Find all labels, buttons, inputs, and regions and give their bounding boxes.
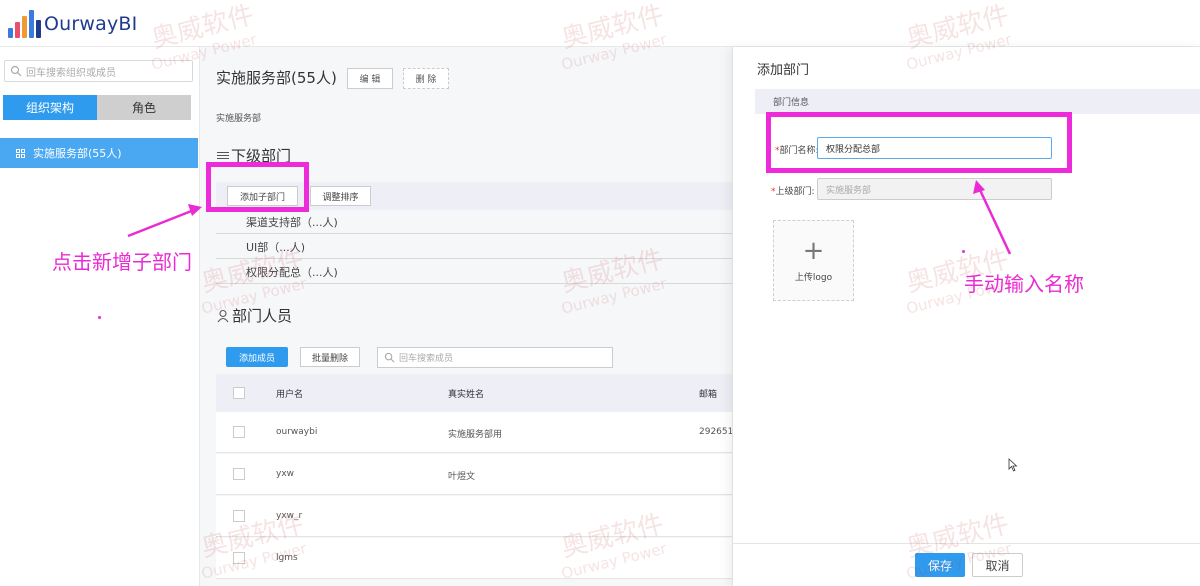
- edit-button[interactable]: 编 辑: [347, 68, 393, 89]
- row-checkbox[interactable]: [233, 468, 245, 480]
- members-heading: 部门人员: [217, 305, 292, 326]
- table-row[interactable]: yxw_r: [216, 496, 732, 537]
- sub-dept-item[interactable]: 权限分配总（...人): [216, 260, 732, 284]
- row-checkbox[interactable]: [233, 426, 245, 438]
- table-row[interactable]: ourwaybi 实施服务部用 292651: [216, 412, 734, 453]
- annotation-dot: [98, 316, 101, 319]
- save-button[interactable]: 保存: [915, 553, 965, 577]
- member-search-placeholder: 回车搜索成员: [399, 354, 454, 364]
- cell-username: yxw: [276, 469, 295, 479]
- logo-mark-icon: [6, 10, 42, 38]
- sub-dept-item[interactable]: 渠道支持部（...人): [216, 210, 732, 234]
- annotation-input-name: 手动输入名称: [964, 272, 1084, 296]
- row-checkbox[interactable]: [233, 510, 245, 522]
- upload-logo-box[interactable]: + 上传logo: [773, 220, 854, 301]
- arrow-left-icon: [127, 204, 202, 238]
- arrow-right-icon: [973, 180, 1012, 255]
- parent-dept-label-text: 上级部门:: [775, 187, 815, 197]
- parent-dept-label: *上级部门:: [771, 187, 815, 197]
- cell-realname: 叶煜文: [448, 472, 476, 482]
- search-icon: [384, 352, 395, 363]
- cancel-button[interactable]: 取消: [972, 553, 1023, 577]
- col-username: 用户名: [276, 390, 304, 400]
- table-row[interactable]: lgms: [216, 538, 732, 579]
- sub-dept-item[interactable]: UI部（...人): [216, 235, 732, 259]
- list-icon: [217, 152, 229, 159]
- annotation-click-add-sub-dept: 点击新增子部门: [52, 250, 192, 274]
- cell-username: yxw_r: [276, 511, 303, 521]
- org-unit-icon: [16, 148, 25, 158]
- batch-delete-button[interactable]: 批量删除: [300, 347, 360, 367]
- page-title: 实施服务部(55人): [216, 69, 337, 87]
- org-search-input[interactable]: 回车搜索组织或成员: [4, 60, 193, 82]
- member-search-input[interactable]: 回车搜索成员: [377, 347, 613, 368]
- panel-title: 添加部门: [757, 63, 810, 78]
- highlight-dept-name: [766, 112, 1072, 173]
- row-checkbox[interactable]: [233, 552, 245, 564]
- panel-footer: 保存 取消: [733, 543, 1200, 586]
- main-content: 实施服务部(55人) 编 辑 删 除 实施服务部 下级部门 添加子部门 调整排序…: [200, 47, 734, 586]
- cell-email: 292651: [699, 427, 734, 437]
- members-table-header: 用户名 真实姓名 邮箱: [216, 374, 732, 412]
- sidebar-tabs: 组织架构 角色: [3, 95, 191, 120]
- delete-button[interactable]: 删 除: [403, 68, 449, 89]
- tab-org-structure[interactable]: 组织架构: [3, 95, 97, 120]
- app-logo[interactable]: OurwayBI: [6, 10, 137, 38]
- col-realname: 真实姓名: [448, 390, 485, 400]
- members-icon: [217, 309, 231, 323]
- highlight-add-sub-dept: [206, 162, 309, 212]
- table-row[interactable]: yxw 叶煜文: [216, 454, 732, 495]
- col-email: 邮箱: [699, 390, 718, 400]
- breadcrumb: 实施服务部: [216, 114, 262, 124]
- adjust-sort-button[interactable]: 调整排序: [310, 186, 371, 206]
- add-member-button[interactable]: 添加成员: [226, 347, 288, 367]
- members-title: 部门人员: [232, 307, 293, 325]
- top-bar: OurwayBI: [0, 0, 1200, 47]
- upload-logo-label: 上传logo: [794, 273, 833, 283]
- dept-info-section: 部门信息: [755, 89, 1200, 114]
- annotation-dot: [962, 250, 965, 253]
- brand-name: OurwayBI: [44, 13, 138, 35]
- mouse-cursor-icon: [1008, 457, 1018, 472]
- plus-icon: +: [802, 236, 825, 266]
- tree-item-selected[interactable]: 实施服务部(55人): [0, 138, 198, 168]
- tree-item-label: 实施服务部(55人): [33, 147, 122, 160]
- select-all-checkbox[interactable]: [233, 387, 245, 399]
- cell-realname: 实施服务部用: [448, 430, 503, 440]
- org-search-placeholder: 回车搜索组织或成员: [26, 67, 116, 79]
- search-icon: [10, 65, 22, 77]
- cell-username: lgms: [276, 553, 298, 563]
- tab-roles[interactable]: 角色: [97, 95, 191, 120]
- cell-username: ourwaybi: [276, 427, 318, 437]
